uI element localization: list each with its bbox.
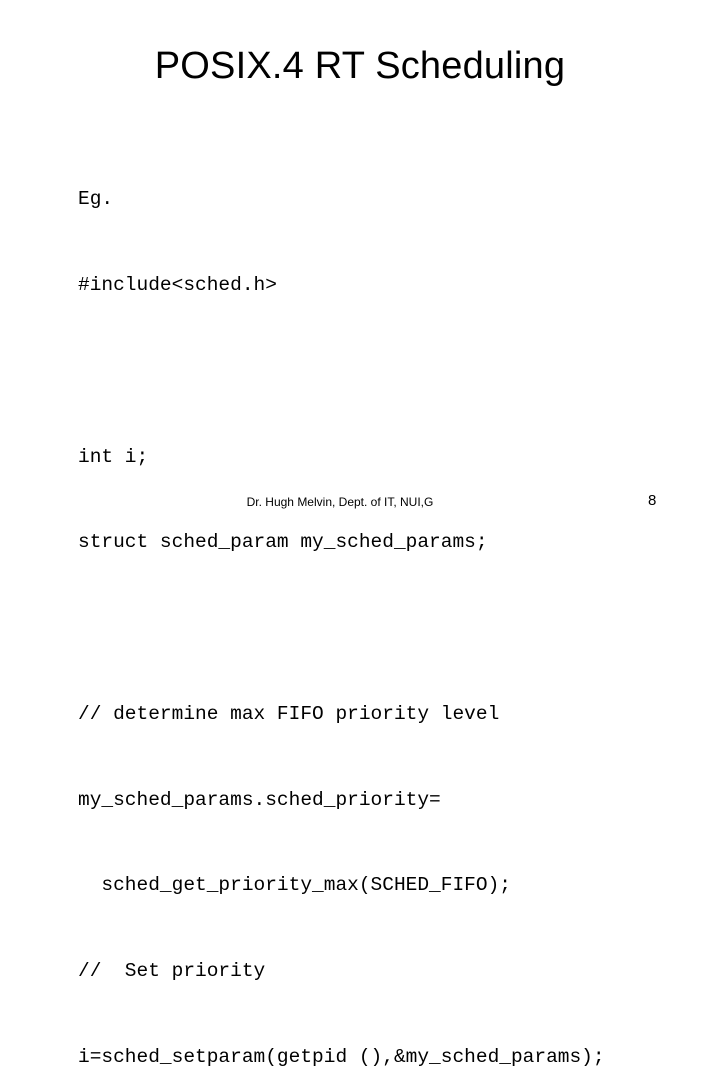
code-line: my_sched_params.sched_priority= bbox=[78, 788, 441, 811]
code-line-comment: // determine max FIFO priority level bbox=[78, 702, 500, 725]
page-title: POSIX.4 RT Scheduling bbox=[154, 45, 566, 87]
code-line: i=sched_setparam(getpid (),&my_sched_par… bbox=[78, 1046, 605, 1068]
code-line: Eg. bbox=[78, 188, 114, 211]
code-line: #include<sched.h> bbox=[78, 273, 277, 296]
footer-attribution: Dr. Hugh Melvin, Dept. of IT, NUI,G bbox=[246, 495, 434, 509]
slide-canvas: POSIX.4 RT Scheduling Eg. #include<sched… bbox=[0, 0, 720, 1068]
page-number: 8 bbox=[648, 492, 657, 509]
code-line-continuation: sched_get_priority_max(SCHED_FIFO); bbox=[78, 874, 511, 897]
code-line-comment: // Set priority bbox=[78, 960, 266, 983]
code-line: int i; bbox=[78, 445, 149, 468]
code-line: struct sched_param my_sched_params; bbox=[78, 531, 488, 554]
code-block: Eg. #include<sched.h> int i; struct sche… bbox=[78, 128, 678, 1080]
